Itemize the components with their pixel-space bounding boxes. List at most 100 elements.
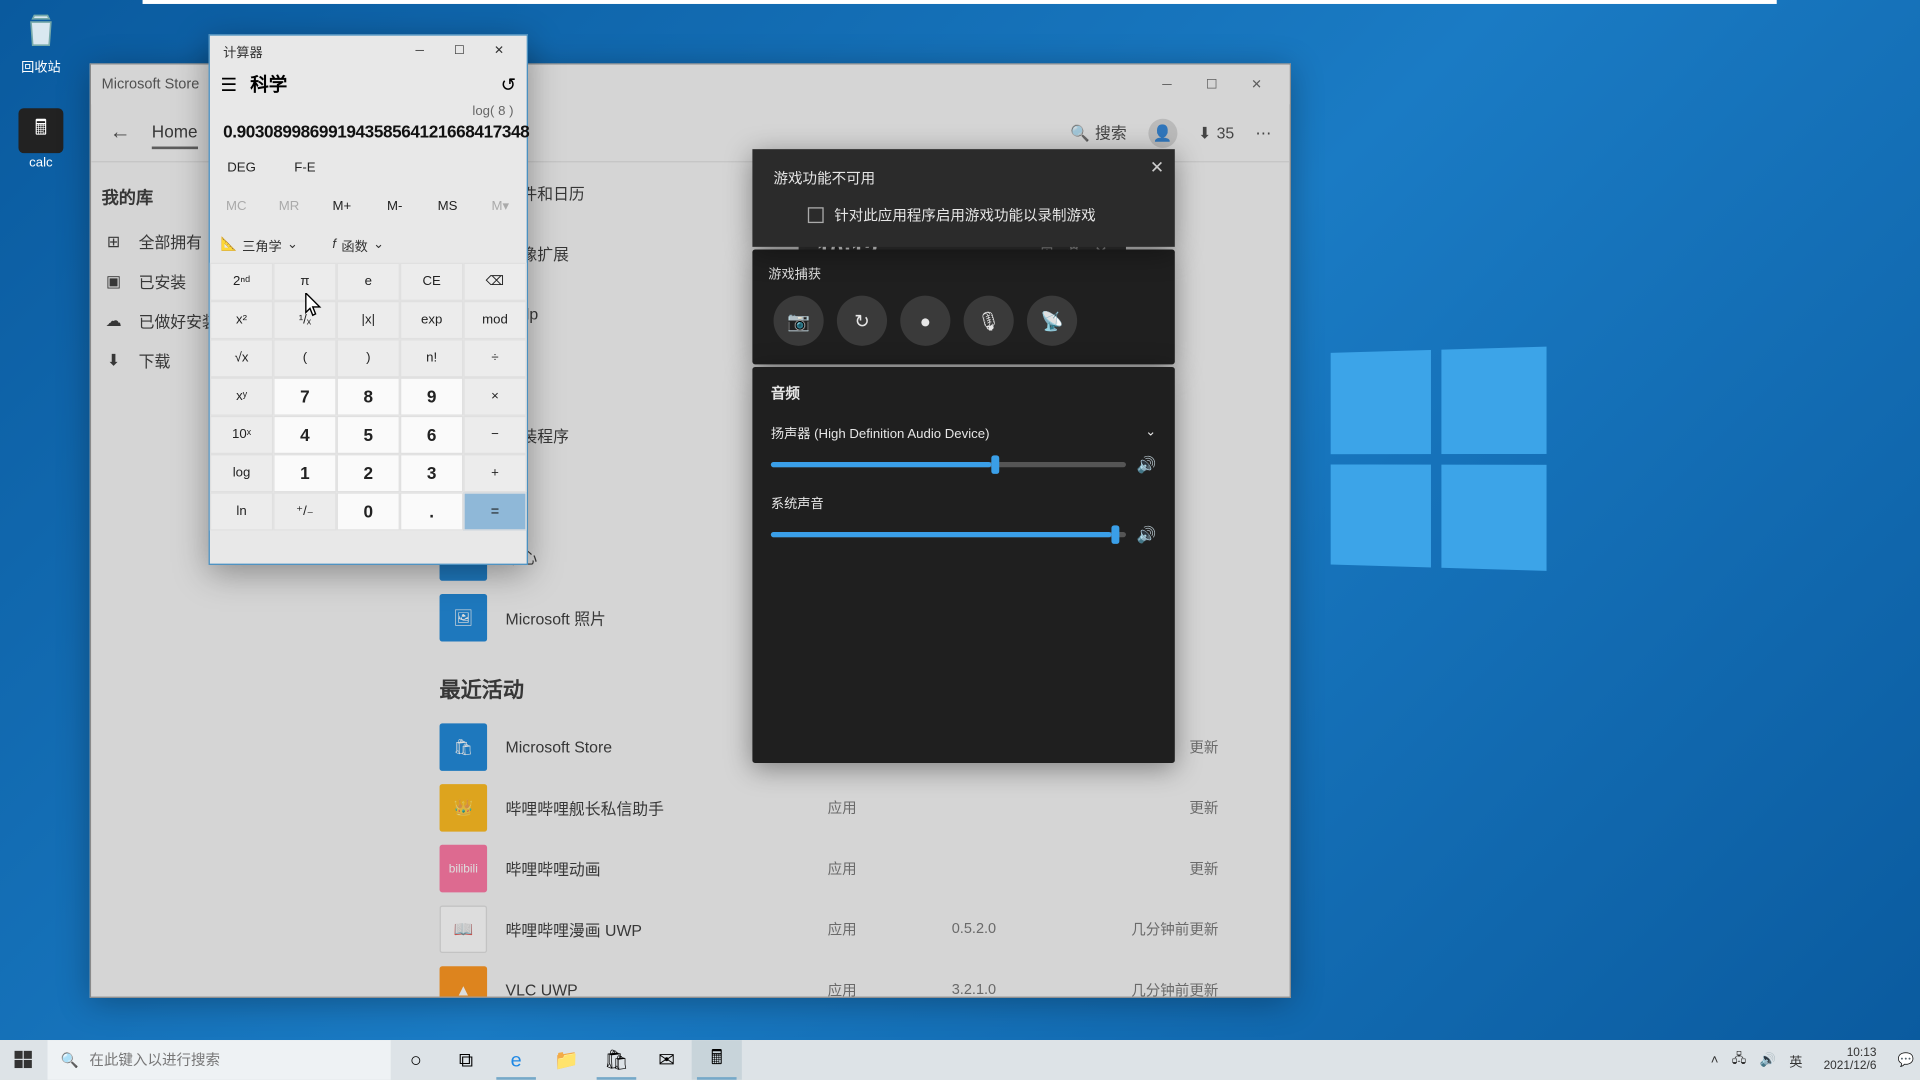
tray-volume-icon[interactable]: 🔊 — [1760, 1053, 1776, 1068]
audio-device-dropdown[interactable]: 扬声器 (High Definition Audio Device) ⌄ — [771, 422, 1156, 442]
taskbar-mail-button[interactable]: ✉ — [642, 1040, 692, 1080]
calc-key-4[interactable]: 4 — [273, 416, 336, 454]
calc-titlebar[interactable]: 计算器 ─ ☐ ✕ — [210, 36, 527, 65]
screenshot-button[interactable]: 📷 — [774, 296, 824, 346]
tray-network-icon[interactable]: 🖧 — [1732, 1049, 1747, 1071]
system-sound-label: 系统声音 — [771, 492, 1156, 512]
taskbar-cortana-button[interactable]: ○ — [391, 1040, 441, 1080]
calc-key-8[interactable]: 8 — [337, 378, 400, 416]
gamebar-enable-checkbox[interactable]: 针对此应用程序启用游戏功能以录制游戏 — [774, 205, 1154, 226]
calc-key-)[interactable]: ) — [337, 339, 400, 377]
calc-key-⁺/₋[interactable]: ⁺/₋ — [273, 492, 336, 530]
recycle-bin-label: 回收站 — [3, 55, 80, 75]
speaker-icon[interactable]: 🔊 — [1137, 525, 1157, 543]
calc-expression: log( 8 ) — [210, 104, 527, 119]
calc-mc-button[interactable]: MC — [210, 187, 263, 225]
gamebar-notice-close-button[interactable]: ✕ — [1150, 157, 1164, 178]
calc-key-xʸ[interactable]: xʸ — [210, 378, 273, 416]
calc-key-.[interactable]: . — [400, 492, 463, 530]
calc-key-⌫[interactable]: ⌫ — [463, 263, 526, 301]
calc-key-([interactable]: ( — [273, 339, 336, 377]
calc-min-button[interactable]: ─ — [400, 36, 440, 65]
gamebar-overlay: ✕ 游戏功能不可用 针对此应用程序启用游戏功能以录制游戏 游戏捕获 📷 ↻ ● … — [752, 149, 1174, 763]
calc-max-button[interactable]: ☐ — [440, 36, 480, 65]
record-last-button[interactable]: ↻ — [837, 296, 887, 346]
calc-title: 计算器 — [223, 40, 263, 60]
calc-key-=[interactable]: = — [463, 492, 526, 530]
calc-result: 0.90308998699194358564121668417348 — [210, 119, 527, 149]
speaker-volume-slider[interactable] — [771, 462, 1126, 467]
calc-key-π[interactable]: π — [273, 263, 336, 301]
calc-key-|x|[interactable]: |x| — [337, 301, 400, 339]
calc-key-2ⁿᵈ[interactable]: 2ⁿᵈ — [210, 263, 273, 301]
calc-key-e[interactable]: e — [337, 263, 400, 301]
calc-key-exp[interactable]: exp — [400, 301, 463, 339]
calc-key-2[interactable]: 2 — [337, 454, 400, 492]
gamebar-notice-title: 游戏功能不可用 — [774, 168, 1154, 189]
taskbar-taskview-button[interactable]: ⧉ — [441, 1040, 491, 1080]
mic-toggle-button[interactable]: 🎙 — [964, 296, 1014, 346]
gamebar-audio-panel: 音频 扬声器 (High Definition Audio Device) ⌄ … — [752, 367, 1174, 763]
calc-key-¹/ₓ[interactable]: ¹/ₓ — [273, 301, 336, 339]
system-volume-slider[interactable] — [771, 532, 1126, 537]
calc-close-button[interactable]: ✕ — [479, 36, 519, 65]
calc-mlist-button[interactable]: M▾ — [474, 187, 527, 225]
taskbar-store-button[interactable]: 🛍 — [591, 1040, 641, 1080]
start-button[interactable] — [0, 1040, 48, 1080]
speaker-icon[interactable]: 🔊 — [1137, 455, 1157, 473]
calc-key-7[interactable]: 7 — [273, 378, 336, 416]
tray-ime-button[interactable]: 英 — [1789, 1050, 1802, 1070]
calc-key-√x[interactable]: √x — [210, 339, 273, 377]
calc-key-÷[interactable]: ÷ — [463, 339, 526, 377]
calc-key-mod[interactable]: mod — [463, 301, 526, 339]
calc-fe-button[interactable]: F-E — [273, 149, 336, 187]
calc-key-CE[interactable]: CE — [400, 263, 463, 301]
calc-key-0[interactable]: 0 — [337, 492, 400, 530]
calc-deg-button[interactable]: DEG — [210, 149, 273, 187]
calc-shortcut-label: calc — [3, 156, 80, 171]
calc-key-log[interactable]: log — [210, 454, 273, 492]
calc-key-×[interactable]: × — [463, 378, 526, 416]
recycle-bin-icon[interactable]: 回收站 — [3, 8, 80, 75]
calc-mplus-button[interactable]: M+ — [315, 187, 368, 225]
calc-menu-button[interactable]: ☰ — [220, 73, 237, 95]
calc-history-button[interactable]: ↺ — [501, 73, 516, 95]
tray-notifications-button[interactable]: 💬 — [1898, 1053, 1914, 1068]
taskbar-calculator-button[interactable]: 🖩 — [692, 1040, 742, 1080]
calc-key-10ˣ[interactable]: 10ˣ — [210, 416, 273, 454]
calc-key-x²[interactable]: x² — [210, 301, 273, 339]
windows-logo — [1331, 347, 1547, 571]
gamebar-audio-title: 音频 — [771, 383, 1156, 404]
calculator-window: 计算器 ─ ☐ ✕ ☰ 科学 ↺ log( 8 ) 0.903089986991… — [209, 34, 528, 565]
taskbar-tray: ˄ 🖧 🔊 英 10:13 2021/12/6 💬 — [1703, 1040, 1920, 1080]
calc-ms-button[interactable]: MS — [421, 187, 474, 225]
taskbar-search-input[interactable]: 🔍 在此键入以进行搜索 — [48, 1040, 391, 1080]
calc-key-n![interactable]: n! — [400, 339, 463, 377]
calc-func-dropdown[interactable]: f 函数 ⌄ — [332, 234, 384, 254]
calc-key-ln[interactable]: ln — [210, 492, 273, 530]
calc-mode-label: 科学 — [250, 71, 287, 97]
gamebar-capture-title: 游戏捕获 — [768, 263, 1159, 283]
calc-mminus-button[interactable]: M- — [368, 187, 421, 225]
calc-key-6[interactable]: 6 — [400, 416, 463, 454]
record-button[interactable]: ● — [900, 296, 950, 346]
calc-trig-dropdown[interactable]: 📐 三角学 ⌄ — [220, 234, 298, 254]
gamebar-capture-panel: 游戏捕获 📷 ↻ ● 🎙 📡 — [752, 249, 1174, 364]
calc-key-5[interactable]: 5 — [337, 416, 400, 454]
calc-key-−[interactable]: − — [463, 416, 526, 454]
checkbox-icon — [808, 207, 824, 223]
chevron-down-icon: ⌄ — [1145, 425, 1156, 440]
top-white-bar — [143, 0, 1777, 4]
calc-key-9[interactable]: 9 — [400, 378, 463, 416]
calc-key-+[interactable]: + — [463, 454, 526, 492]
calc-key-1[interactable]: 1 — [273, 454, 336, 492]
calc-key-3[interactable]: 3 — [400, 454, 463, 492]
calc-shortcut-icon[interactable]: 🖩 calc — [3, 108, 80, 170]
taskbar-explorer-button[interactable]: 📁 — [541, 1040, 591, 1080]
taskbar-edge-button[interactable]: e — [491, 1040, 541, 1080]
taskbar-clock[interactable]: 10:13 2021/12/6 — [1816, 1047, 1885, 1073]
search-icon: 🔍 — [61, 1051, 79, 1068]
tray-overflow-button[interactable]: ˄ — [1711, 1053, 1719, 1068]
calc-mr-button[interactable]: MR — [263, 187, 316, 225]
broadcast-button[interactable]: 📡 — [1027, 296, 1077, 346]
